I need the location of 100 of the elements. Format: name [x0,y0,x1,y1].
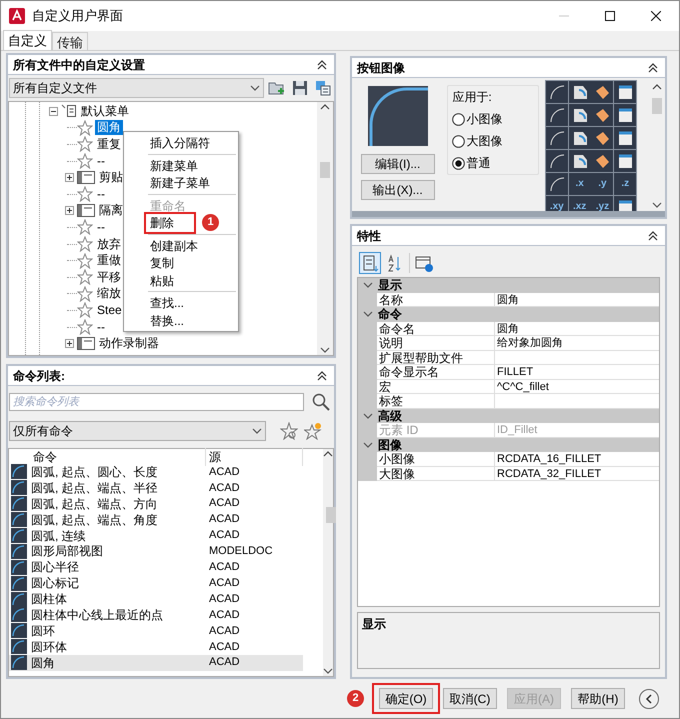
radio-option[interactable]: 大图像 [452,132,534,150]
column-header[interactable]: 源 [206,448,303,466]
star-search-icon[interactable] [280,422,298,440]
step-marker: 2 [347,690,364,707]
image-button[interactable]: 输出(X)... [360,180,435,200]
menu-icon [77,170,95,186]
tree-item[interactable]: -- [95,220,107,235]
tree-item[interactable]: 缩放 [95,286,123,302]
scrollbar[interactable] [323,449,333,676]
radio-option[interactable]: 普通 [452,154,534,172]
collapse-category-icon[interactable] [363,412,373,419]
menu-icon [61,104,77,118]
menu-item[interactable]: 新建子菜单 [124,174,238,192]
command-cell[interactable]: 圆心标记 [29,574,206,592]
collapse-button[interactable] [646,60,660,74]
scroll-thumb[interactable] [326,507,336,523]
collapse-node-icon[interactable] [49,106,58,116]
tab[interactable]: 自定义 [3,30,52,50]
collapse-button[interactable] [315,368,329,382]
tree-item[interactable]: -- [95,154,107,169]
tree-item[interactable]: Stee [95,302,124,318]
command-cell[interactable]: 圆弧, 连续 [29,526,206,545]
menu-item[interactable]: 粘贴 [124,272,238,289]
collapse-category-icon[interactable] [363,442,373,448]
command-cell[interactable]: 圆环体 [29,638,206,656]
tree-item[interactable]: 隔离 [97,203,125,218]
save-button[interactable] [290,78,310,98]
collapse-category-icon[interactable] [363,311,373,318]
expand-node-icon[interactable] [65,206,74,216]
scrollbar[interactable] [317,102,333,355]
command-cell[interactable]: 圆心半径 [29,558,206,576]
tree-item[interactable]: 剪贴 [97,170,125,186]
property-value[interactable]: 给对象加圆角 [495,336,659,350]
command-cell[interactable]: 圆环 [29,622,206,640]
dialog-button[interactable]: 确定(O) [379,688,433,709]
command-cell[interactable]: 圆弧, 起点、端点、方向 [29,494,206,513]
tree-item[interactable]: 放弃 [95,236,123,252]
load-button[interactable] [313,78,333,98]
command-icon [11,655,27,670]
dialog-button[interactable]: 取消(C) [443,688,497,709]
tree-item[interactable]: 平移 [95,270,123,285]
menu-item[interactable]: 删除 1 [124,214,238,232]
command-cell[interactable]: 圆弧, 起点、端点、角度 [29,510,206,529]
command-cell[interactable]: 圆柱体 [29,590,206,608]
window-info-icon [415,254,433,272]
command-icon [11,496,27,512]
radio-option[interactable]: 小图像 [452,110,534,128]
tree-item[interactable]: 动作录制器 [97,336,161,352]
command-cell[interactable]: 圆弧, 起点、端点、半径 [29,478,206,497]
image-button[interactable]: 编辑(I)... [360,154,435,174]
property-value[interactable]: RCDATA_32_FILLET [495,466,659,481]
radio-button[interactable] [452,156,466,170]
property-value[interactable]: 圆角 [495,292,659,307]
tree-item[interactable]: 圆角 [95,120,123,136]
tree-item[interactable]: -- [95,320,107,335]
tab[interactable]: 传输 [52,32,88,50]
menu-item[interactable]: 替换... [124,312,238,329]
tree-item[interactable]: 默认菜单 [79,104,131,119]
filter-dropdown[interactable]: 仅所有命令 [9,421,266,441]
search-field[interactable]: 搜索命令列表 [9,393,304,411]
collapse-category-icon[interactable] [363,282,373,288]
chevron-left-icon [645,694,653,704]
property-value[interactable]: ^C^C_fillet [495,380,659,394]
source-cell-text: ACAD [208,512,241,528]
command-cell[interactable]: 圆柱体中心线上最近的点 [29,606,206,624]
scroll-thumb[interactable] [320,162,330,178]
tree-item[interactable]: 重复 [95,136,123,152]
dialog-button[interactable]: 帮助(H) [571,688,625,709]
radio-button[interactable] [452,112,466,126]
command-cell[interactable]: 圆弧, 起点、圆心、长度 [29,462,206,481]
tree-item[interactable]: 重做 [95,253,123,268]
property-value[interactable]: RCDATA_16_FILLET [495,452,659,466]
menu-item[interactable]: 查找... [124,294,238,312]
menu-item[interactable]: 新建菜单 [124,156,238,174]
toolbar-button[interactable] [359,252,381,274]
file-dropdown[interactable]: 所有自定义文件 [9,78,264,98]
column-header[interactable]: 命令 [29,448,206,466]
expand-node-icon[interactable] [65,339,74,348]
search-icon[interactable] [312,393,330,411]
menu-item[interactable]: 创建副本 [124,236,238,254]
property-value[interactable]: FILLET [495,365,659,380]
menu-item[interactable]: 插入分隔符 [124,134,238,152]
expand-node-icon[interactable] [65,173,74,182]
source-cell-text: ACAD [208,464,241,480]
radio-button[interactable] [452,134,466,148]
collapse-panel-button[interactable] [639,688,659,708]
collapse-button[interactable] [315,58,329,72]
category-label: 显示 [378,279,402,292]
save-icon [292,80,308,96]
tree-item[interactable]: -- [95,186,107,202]
command-cell[interactable]: 圆形局部视图 [29,542,206,560]
star-add-icon[interactable] [304,422,322,440]
menu-item[interactable]: 复制 [124,254,238,272]
property-name: 宏 [377,380,495,394]
command-cell[interactable]: 圆角 [29,654,206,672]
property-name: 命令名 [377,322,495,336]
property-name: 小图像 [377,452,495,466]
property-value[interactable]: 圆角 [495,322,659,336]
scroll-thumb[interactable] [652,98,662,114]
collapse-button[interactable] [646,228,660,242]
